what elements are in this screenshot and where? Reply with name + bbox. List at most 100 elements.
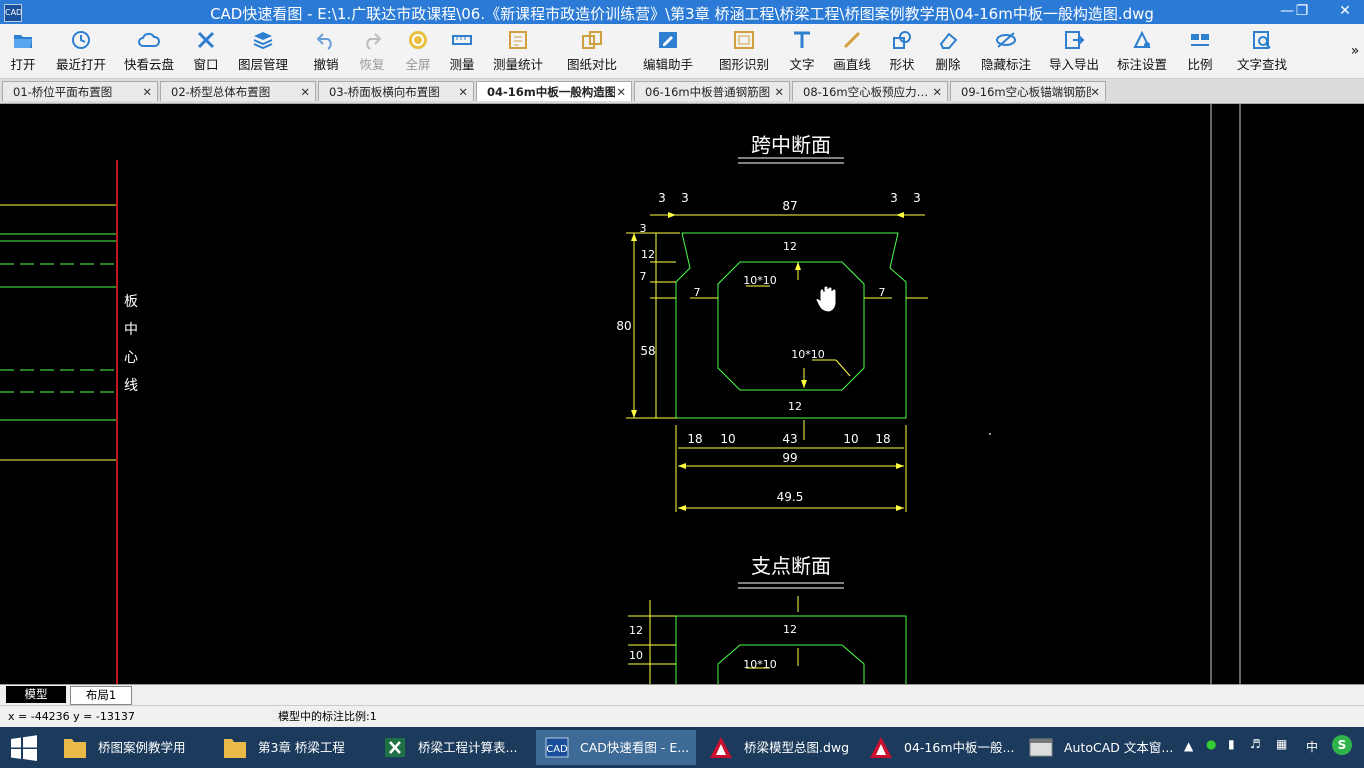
text-button[interactable]: 文字 <box>784 26 820 76</box>
shape-recognize-icon <box>734 31 754 49</box>
undo-button[interactable]: 撤销 <box>308 26 344 76</box>
windows-start-icon[interactable] <box>10 735 38 761</box>
svg-text:7: 7 <box>694 286 701 299</box>
close-icon[interactable]: ✕ <box>300 82 310 101</box>
compare-icon <box>582 31 602 49</box>
close-icon[interactable]: ✕ <box>774 82 784 101</box>
recent-clock-icon <box>72 31 90 49</box>
document-tabs: 01-桥位平面布置图 ✕ 02-桥型总体布置图 ✕ 03-桥面板横向布置图 ✕ 04-… <box>0 79 1364 104</box>
taskbar: 桥图案例教学用 第3章 桥梁工程 桥梁工程计算表... CAD CAD快速看图 … <box>0 727 1364 768</box>
layer-manager-button[interactable]: 图层管理 <box>236 26 290 76</box>
cad-drawing: 跨中断面 3 3 87 3 3 3 12 7 80 58 12 10*10 7 … <box>0 104 1241 684</box>
svg-text:CAD: CAD <box>546 744 568 755</box>
shape-recognize-button[interactable]: 图形识别 <box>716 26 772 76</box>
tab-06[interactable]: 06-16m中板普通钢筋图 ✕ <box>634 81 790 101</box>
redo-button[interactable]: 恢复 <box>354 26 390 76</box>
fullscreen-button[interactable]: 全屏 <box>400 26 436 76</box>
coordinate-readout: x = -44236 y = -13137 <box>8 710 135 723</box>
tab-model[interactable]: 模型 <box>6 686 66 703</box>
svg-text:10*10: 10*10 <box>743 658 777 671</box>
undo-icon <box>316 33 332 50</box>
measure-stats-button[interactable]: 测量统计 <box>490 26 546 76</box>
close-icon[interactable]: ✕ <box>1090 82 1100 101</box>
svg-text:43: 43 <box>782 432 797 446</box>
taskbar-item-cad-viewer[interactable]: CAD CAD快速看图 - E... <box>536 730 696 765</box>
section1-title: 跨中断面 <box>751 133 831 157</box>
annotation-settings-button[interactable]: 标注设置 <box>1114 26 1170 76</box>
close-button[interactable]: ✕ <box>1326 0 1364 24</box>
svg-text:58: 58 <box>640 344 655 358</box>
network-icon[interactable]: ▦ <box>1276 737 1287 751</box>
svg-text:87: 87 <box>782 199 797 213</box>
svg-text:12: 12 <box>629 624 643 637</box>
cloud-icon <box>138 32 160 47</box>
sogou-tray-icon[interactable]: S <box>1332 735 1352 755</box>
compare-button[interactable]: 图纸对比 <box>564 26 620 76</box>
measure-button[interactable]: 测量 <box>444 26 480 76</box>
toolbar-overflow-icon[interactable]: » <box>1348 26 1362 76</box>
svg-text:10*10: 10*10 <box>791 348 825 361</box>
tab-01[interactable]: 01-桥位平面布置图 ✕ <box>2 81 158 101</box>
svg-text:10: 10 <box>629 649 643 662</box>
taskbar-item-text-window[interactable]: AutoCAD 文本窗... <box>1020 730 1176 765</box>
excel-icon <box>385 738 405 757</box>
restore-button[interactable]: ❐ <box>1287 0 1317 24</box>
text-search-button[interactable]: 文字查找 <box>1234 26 1290 76</box>
taskbar-item-excel[interactable]: 桥梁工程计算表... <box>374 730 530 765</box>
fullscreen-icon <box>409 31 427 49</box>
input-language-indicator[interactable]: 中 <box>1306 738 1318 755</box>
recent-open-button[interactable]: 最近打开 <box>54 26 108 76</box>
shape-icon <box>893 31 911 49</box>
volume-icon[interactable]: ♬ <box>1250 737 1261 751</box>
stray-point <box>989 433 991 435</box>
tab-09[interactable]: 09-16m空心板锚端钢筋图 ✕ <box>950 81 1106 101</box>
status-bar: x = -44236 y = -13137 模型中的标注比例:1 <box>0 705 1364 728</box>
window-title: CAD快速看图 - E:\1.广联达市政课程\06.《新课程市政造价训练营》\第… <box>210 5 1154 23</box>
svg-text:10: 10 <box>843 432 858 446</box>
svg-text:12: 12 <box>788 400 802 413</box>
dimension-lines <box>626 214 928 512</box>
taskbar-item-folder-1[interactable]: 桥图案例教学用 <box>54 730 210 765</box>
cloud-drive-button[interactable]: 快看云盘 <box>122 26 176 76</box>
tab-layout1[interactable]: 布局1 <box>70 686 132 705</box>
svg-text:7: 7 <box>640 270 647 283</box>
tab-02[interactable]: 02-桥型总体布置图 ✕ <box>160 81 316 101</box>
svg-text:板: 板 <box>124 294 138 310</box>
annotation-settings-icon <box>1133 30 1151 48</box>
tray-app-icon[interactable]: ● <box>1206 737 1216 751</box>
close-icon[interactable]: ✕ <box>458 82 468 101</box>
hide-annotation-button[interactable]: 隐藏标注 <box>978 26 1034 76</box>
tray-expand-icon[interactable]: ▲ <box>1184 739 1193 753</box>
shape-button[interactable]: 形状 <box>884 26 920 76</box>
import-export-button[interactable]: 导入导出 <box>1046 26 1102 76</box>
draw-line-button[interactable]: 画直线 <box>830 26 874 76</box>
folder-icon <box>64 739 86 758</box>
annotation-scale-text: 模型中的标注比例:1 <box>278 710 377 723</box>
close-icon[interactable]: ✕ <box>616 82 626 101</box>
delete-button[interactable]: 删除 <box>930 26 966 76</box>
svg-text:18: 18 <box>687 432 702 446</box>
taskbar-item-autocad-2[interactable]: 04-16m中板一般... <box>860 730 1016 765</box>
svg-text:3: 3 <box>658 191 666 205</box>
autocad-icon <box>870 737 892 758</box>
open-button[interactable]: 打开 <box>4 26 42 76</box>
close-icon[interactable]: ✕ <box>932 82 942 101</box>
section2-title: 支点断面 <box>751 554 831 578</box>
svg-text:49.5: 49.5 <box>777 490 804 504</box>
window-button[interactable]: 窗口 <box>188 26 224 76</box>
taskbar-item-folder-2[interactable]: 第3章 桥梁工程 <box>214 730 370 765</box>
tab-03[interactable]: 03-桥面板横向布置图 ✕ <box>318 81 474 101</box>
taskbar-item-autocad-1[interactable]: 桥梁模型总图.dwg <box>700 730 856 765</box>
tab-04-active[interactable]: 04-16m中板一般构造图 ✕ <box>476 81 632 101</box>
svg-text:3: 3 <box>640 222 647 235</box>
tab-08[interactable]: 08-16m空心板预应力… ✕ <box>792 81 948 101</box>
svg-text:10*10: 10*10 <box>743 274 777 287</box>
hide-annotation-icon <box>996 32 1016 48</box>
drawing-canvas[interactable]: 跨中断面 3 3 87 3 3 3 12 7 80 58 12 10*10 7 … <box>0 104 1364 684</box>
battery-icon[interactable]: ▮ <box>1228 737 1235 751</box>
svg-text:10: 10 <box>720 432 735 446</box>
edit-helper-button[interactable]: 编辑助手 <box>640 26 696 76</box>
text-window-icon <box>1029 738 1053 757</box>
close-icon[interactable]: ✕ <box>142 82 152 101</box>
scale-button[interactable]: 比例 <box>1182 26 1218 76</box>
